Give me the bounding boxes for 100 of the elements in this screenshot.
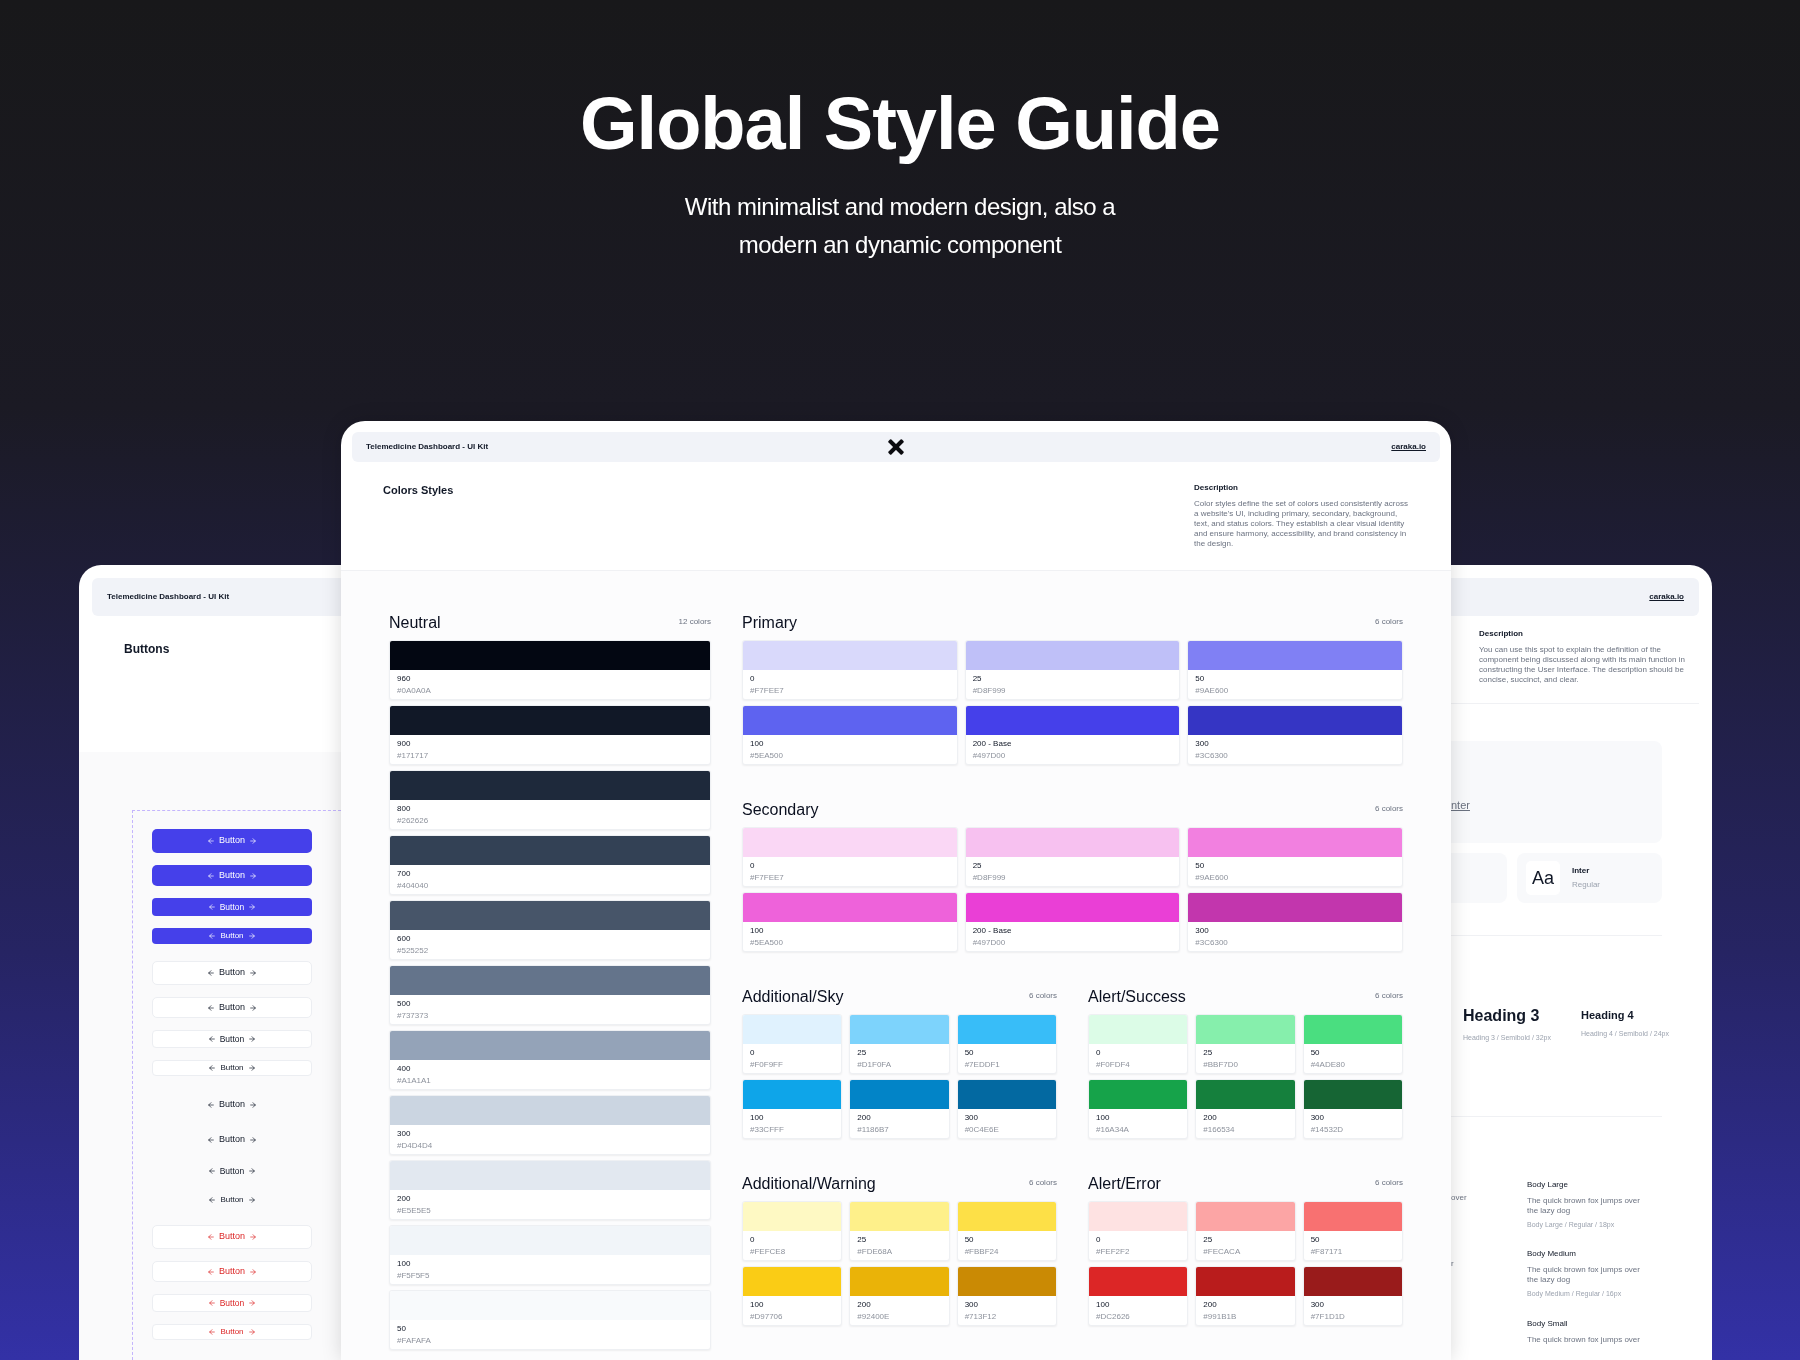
- swatch-hex: #E5E5E5: [397, 1206, 432, 1216]
- swatch-value: 200: [1203, 1300, 1218, 1310]
- swatch-hex: #D8F999: [972, 686, 1007, 696]
- swatch-hex: #171717: [397, 751, 430, 761]
- swatch-value: 0: [1096, 1235, 1102, 1245]
- swatch-value: 25: [1203, 1048, 1214, 1058]
- button[interactable]: Button: [152, 1129, 312, 1150]
- body-style-title: Body Small: [1527, 1317, 1569, 1330]
- button[interactable]: Button: [152, 1294, 312, 1312]
- button[interactable]: Button: [152, 898, 312, 916]
- arrow-right-icon: [247, 1064, 256, 1072]
- swatch-hex: #9AE600: [1195, 686, 1230, 696]
- swatch-value: 200: [857, 1113, 872, 1123]
- button[interactable]: Button: [152, 1192, 312, 1208]
- swatch-hex: #D1F0FA: [857, 1060, 893, 1070]
- arrow-left-icon: [207, 1101, 215, 1109]
- description-text: You can use this spot to explain the definition of the component being discussed along with its main function in constructing the User Interface. The description should be concise, succinct, and clear.: [1479, 645, 1686, 685]
- button[interactable]: Button: [152, 1324, 312, 1340]
- swatch-value: 25: [972, 861, 983, 871]
- swatch-hex: #FECACA: [1203, 1247, 1242, 1257]
- swatch-value: 300: [397, 1129, 412, 1139]
- palette-title: Additional/Sky: [742, 988, 844, 1006]
- swatch-hex: #3C6300: [1195, 751, 1229, 761]
- swatch-value: 700: [397, 869, 412, 879]
- swatch-hex: #F87171: [1310, 1247, 1344, 1257]
- swatch-hex: #33CFFF: [750, 1125, 785, 1135]
- logo-icon: [888, 439, 904, 455]
- swatch-value: 0: [750, 1048, 756, 1058]
- swatch-hex: #1186B7: [857, 1125, 890, 1135]
- swatch-hex: #14532D: [1310, 1125, 1345, 1135]
- palette-title: Additional/Warning: [742, 1175, 876, 1193]
- swatch-hex: #FEFCE8: [750, 1247, 787, 1257]
- swatch-value: 200: [1203, 1113, 1218, 1123]
- arrow-right-icon: [248, 1167, 257, 1175]
- arrow-left-icon: [207, 871, 215, 880]
- swatch-value: 100: [750, 739, 765, 749]
- swatch-hex: #5EA500: [750, 938, 784, 948]
- color-count: 12 colors: [678, 616, 711, 628]
- swatch-value: 25: [857, 1235, 868, 1245]
- arrow-right-icon: [249, 1267, 257, 1276]
- swatch-hex: #DC2626: [1096, 1312, 1131, 1322]
- button[interactable]: Button: [152, 829, 312, 853]
- swatch-value: 50: [1310, 1048, 1321, 1058]
- section-title: Colors Styles: [383, 483, 454, 498]
- swatch-hex: #A1A1A1: [397, 1076, 432, 1086]
- swatch-hex: #BBF7D0: [1203, 1060, 1239, 1070]
- arrow-right-icon: [247, 1328, 256, 1336]
- button[interactable]: Button: [152, 1162, 312, 1180]
- button[interactable]: Button: [152, 997, 312, 1018]
- arrow-right-icon: [247, 1196, 256, 1204]
- swatch-hex: #7EDDF1: [964, 1060, 1001, 1070]
- palette-title: Alert/Error: [1088, 1175, 1161, 1193]
- color-count: 6 colors: [1375, 1177, 1403, 1189]
- arrow-right-icon: [248, 1035, 257, 1043]
- site-link[interactable]: caraka.io: [1391, 441, 1426, 453]
- description-title: Description: [1479, 628, 1524, 640]
- site-link[interactable]: caraka.io: [1649, 591, 1684, 603]
- button[interactable]: Button: [152, 961, 312, 985]
- color-count: 6 colors: [1029, 990, 1057, 1002]
- color-count: 6 colors: [1375, 990, 1403, 1002]
- swatch-hex: #FBBF24: [964, 1247, 1000, 1257]
- swatch-value: 400: [397, 1064, 412, 1074]
- swatch-value: 200: [397, 1194, 412, 1204]
- text-fragment: over: [1451, 1191, 1468, 1204]
- swatch-hex: #7F1D1D: [1310, 1312, 1346, 1322]
- swatch-hex: #497D00: [972, 751, 1007, 761]
- swatch-value: 100: [750, 926, 765, 936]
- button[interactable]: Button: [152, 865, 312, 886]
- swatch-hex: #F5F5F5: [397, 1271, 431, 1281]
- arrow-left-icon: [208, 1064, 217, 1072]
- button[interactable]: Button: [152, 1225, 312, 1249]
- swatch-value: 100: [750, 1300, 765, 1310]
- button[interactable]: Button: [152, 1030, 312, 1048]
- swatch-value: 300: [1310, 1300, 1325, 1310]
- arrow-left-icon: [207, 1233, 215, 1241]
- button[interactable]: Button: [152, 1093, 312, 1117]
- arrow-left-icon: [207, 1299, 216, 1307]
- button[interactable]: Button: [152, 928, 312, 944]
- swatch-value: 100: [1096, 1300, 1111, 1310]
- font-sample: Aa: [1526, 861, 1560, 895]
- arrow-right-icon: [249, 837, 257, 845]
- font-weight: Regular: [1572, 879, 1600, 891]
- button[interactable]: Button: [152, 1060, 312, 1076]
- heading-sample: Heading 4: [1581, 1008, 1635, 1023]
- palette-title: Alert/Success: [1088, 988, 1186, 1006]
- arrow-right-icon: [249, 871, 257, 880]
- swatch-hex: #262626: [397, 816, 430, 826]
- swatch-hex: #D4D4D4: [397, 1141, 434, 1151]
- arrow-left-icon: [207, 1003, 215, 1012]
- swatch-value: 25: [972, 674, 983, 684]
- swatch-value: 300: [964, 1113, 979, 1123]
- body-sample: The quick brown fox jumps over: [1527, 1334, 1641, 1345]
- arrow-left-icon: [207, 1135, 215, 1144]
- body-style-title: Body Large: [1527, 1178, 1569, 1191]
- font-link[interactable]: nter: [1451, 796, 1470, 813]
- swatch-hex: #166534: [1203, 1125, 1236, 1135]
- arrow-left-icon: [207, 837, 215, 845]
- header-title: Telemedicine Dashboard - UI Kit: [107, 591, 230, 603]
- arrow-left-icon: [207, 1167, 216, 1175]
- button[interactable]: Button: [152, 1261, 312, 1282]
